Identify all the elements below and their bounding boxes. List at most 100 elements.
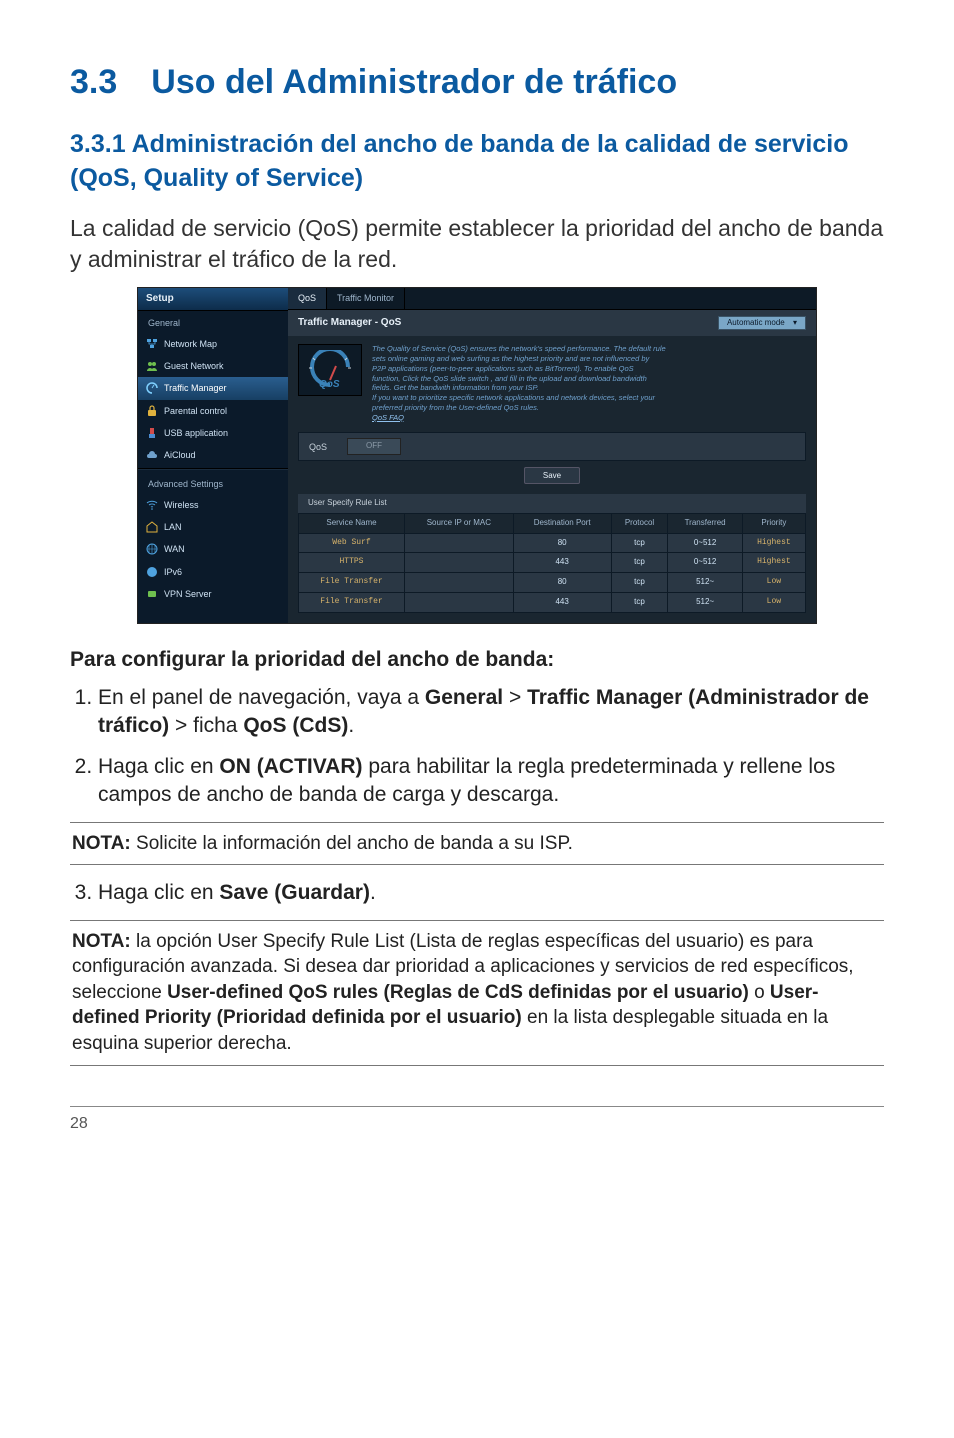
nav-usb-application[interactable]: USB application xyxy=(138,422,288,444)
note-label: NOTA: xyxy=(72,931,131,952)
nav-label: LAN xyxy=(164,521,182,533)
desc-line: preferred priority from the User-defined… xyxy=(372,403,539,412)
step-1: En el panel de navegación, vaya a Genera… xyxy=(98,684,884,741)
desc-line: The Quality of Service (QoS) ensures the… xyxy=(372,344,666,353)
main-panel: QoS Traffic Monitor Traffic Manager - Qo… xyxy=(288,288,816,622)
rule-table: Service Name Source IP or MAC Destinatio… xyxy=(298,513,806,613)
cell-source xyxy=(404,533,513,553)
sidebar: Setup General Network Map Guest Network … xyxy=(138,288,288,622)
step-3: Haga clic en Save (Guardar). xyxy=(98,879,884,907)
cell-trans: 512~ xyxy=(668,593,742,613)
cell-prio: Low xyxy=(742,593,805,613)
cell-port: 80 xyxy=(513,573,611,593)
mode-dropdown[interactable]: Automatic mode ▾ xyxy=(718,316,806,331)
cell-port: 443 xyxy=(513,593,611,613)
page-number: 28 xyxy=(70,1115,88,1132)
nav-network-map[interactable]: Network Map xyxy=(138,333,288,355)
save-button[interactable]: Save xyxy=(524,467,580,484)
nav-label: USB application xyxy=(164,427,228,439)
col-transferred: Transferred xyxy=(668,513,742,533)
cell-service: File Transfer xyxy=(299,573,405,593)
nav-label: Wireless xyxy=(164,499,199,511)
cell-source xyxy=(404,593,513,613)
cell-prio: Highest xyxy=(742,553,805,573)
ipv6-icon xyxy=(146,566,158,578)
step-text: Haga clic en xyxy=(98,881,219,904)
cell-trans: 0~512 xyxy=(668,533,742,553)
nav-traffic-manager[interactable]: Traffic Manager xyxy=(138,377,288,399)
nav-aicloud[interactable]: AiCloud xyxy=(138,444,288,466)
globe-icon xyxy=(146,543,158,555)
cell-service: HTTPS xyxy=(299,553,405,573)
cell-proto: tcp xyxy=(611,553,668,573)
cell-service: Web Surf xyxy=(299,533,405,553)
config-heading: Para configurar la prioridad del ancho d… xyxy=(70,646,884,674)
note-box-2: NOTA: la opción User Specify Rule List (… xyxy=(70,920,884,1066)
qos-gauge-icon: QoS xyxy=(298,344,362,396)
table-header-row: Service Name Source IP or MAC Destinatio… xyxy=(299,513,806,533)
steps-list: En el panel de navegación, vaya a Genera… xyxy=(70,684,884,809)
panel-header: Traffic Manager - QoS Automatic mode ▾ xyxy=(288,310,816,337)
nav-parental-control[interactable]: Parental control xyxy=(138,400,288,422)
setup-label: Setup xyxy=(146,293,174,304)
cloud-icon xyxy=(146,449,158,461)
intro-paragraph: La calidad de servicio (QoS) permite est… xyxy=(70,213,884,275)
sidebar-divider xyxy=(138,468,288,470)
nav-label: IPv6 xyxy=(164,566,182,578)
nav-guest-network[interactable]: Guest Network xyxy=(138,355,288,377)
cell-prio: Highest xyxy=(742,533,805,553)
note-bold: User-defined QoS rules (Reglas de CdS de… xyxy=(167,982,749,1003)
nav-lan[interactable]: LAN xyxy=(138,516,288,538)
step-2: Haga clic en ON (ACTIVAR) para habilitar… xyxy=(98,753,884,810)
step-bold: Save (Guardar) xyxy=(219,881,370,904)
usb-icon xyxy=(146,427,158,439)
nav-label: WAN xyxy=(164,543,185,555)
table-row: File Transfer 80 tcp 512~ Low xyxy=(299,573,806,593)
cell-prio: Low xyxy=(742,573,805,593)
step-text: . xyxy=(370,881,376,904)
group-general: General xyxy=(138,311,288,333)
step-text: Haga clic en xyxy=(98,755,219,778)
page-footer: 28 xyxy=(70,1106,884,1135)
col-source: Source IP or MAC xyxy=(404,513,513,533)
table-row: File Transfer 443 tcp 512~ Low xyxy=(299,593,806,613)
tab-qos[interactable]: QoS xyxy=(288,288,327,308)
qos-toggle[interactable]: OFF xyxy=(347,438,401,455)
col-dest-port: Destination Port xyxy=(513,513,611,533)
nav-label: Parental control xyxy=(164,405,227,417)
note-text: o xyxy=(749,982,770,1003)
cell-service: File Transfer xyxy=(299,593,405,613)
cell-port: 80 xyxy=(513,533,611,553)
nav-label: Network Map xyxy=(164,338,217,350)
lock-icon xyxy=(146,405,158,417)
setup-bar: Setup xyxy=(138,288,288,311)
save-row: Save xyxy=(288,461,816,490)
subsection-heading: 3.3.1 Administración del ancho de banda … xyxy=(70,128,884,196)
step-text: En el panel de navegación, vaya a xyxy=(98,686,425,709)
section-heading: 3.3 Uso del Administrador de tráfico xyxy=(70,60,884,106)
step-bold: ON (ACTIVAR) xyxy=(219,755,362,778)
step-text: . xyxy=(348,714,354,737)
rule-list-header: User Specify Rule List xyxy=(298,494,806,513)
qos-label: QoS xyxy=(309,441,327,453)
nav-vpn-server[interactable]: VPN Server xyxy=(138,583,288,605)
nav-ipv6[interactable]: IPv6 xyxy=(138,561,288,583)
cell-source xyxy=(404,553,513,573)
note-text: Solicite la información del ancho de ban… xyxy=(131,833,573,854)
step-text: > xyxy=(503,686,527,709)
description-text: The Quality of Service (QoS) ensures the… xyxy=(372,344,666,422)
guest-network-icon xyxy=(146,360,158,372)
note-box-1: NOTA: Solicite la información del ancho … xyxy=(70,822,884,866)
cell-source xyxy=(404,573,513,593)
wireless-icon xyxy=(146,499,158,511)
qos-faq-link[interactable]: QoS FAQ xyxy=(372,413,404,422)
desc-line: function, Click the QoS slide switch , a… xyxy=(372,374,647,383)
nav-wan[interactable]: WAN xyxy=(138,538,288,560)
panel-title: Traffic Manager - QoS xyxy=(298,316,401,330)
tab-traffic-monitor[interactable]: Traffic Monitor xyxy=(327,288,405,308)
cell-trans: 0~512 xyxy=(668,553,742,573)
nav-wireless[interactable]: Wireless xyxy=(138,494,288,516)
tab-bar: QoS Traffic Monitor xyxy=(288,288,816,309)
cell-proto: tcp xyxy=(611,533,668,553)
mode-value: Automatic mode xyxy=(727,318,785,327)
